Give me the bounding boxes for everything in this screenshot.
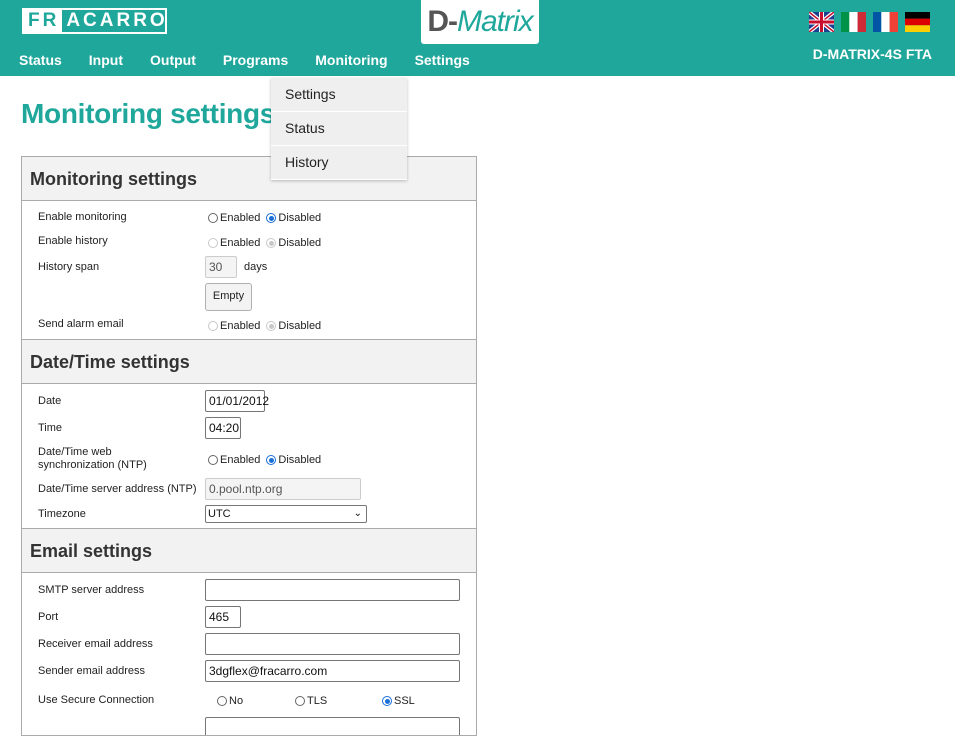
main-nav: Status Input Output Programs Monitoring … bbox=[19, 52, 497, 68]
secure-no-radio[interactable] bbox=[217, 696, 227, 706]
device-model: D-MATRIX-4S FTA bbox=[812, 46, 932, 62]
page-title: Monitoring settings bbox=[21, 98, 276, 129]
enable-monitoring-disabled-radio[interactable] bbox=[266, 213, 277, 223]
menu-item-settings[interactable]: Settings bbox=[271, 78, 407, 112]
france-flag-icon[interactable] bbox=[873, 12, 898, 32]
email-section-heading: Email settings bbox=[22, 528, 476, 573]
secure-tls-radio[interactable] bbox=[295, 696, 305, 706]
enable-monitoring-radio-group: Enabled Disabled bbox=[208, 212, 327, 224]
option-label: No bbox=[229, 695, 244, 707]
secure-ssl-radio[interactable] bbox=[382, 696, 392, 706]
uk-flag-icon[interactable] bbox=[809, 12, 834, 32]
italy-flag-icon[interactable] bbox=[841, 12, 866, 32]
option-label: TLS bbox=[307, 695, 328, 707]
date-input[interactable]: 01/01/2012 bbox=[205, 390, 269, 412]
datetime-section-heading: Date/Time settings bbox=[22, 339, 476, 384]
send-alarm-enabled-radio[interactable] bbox=[208, 321, 218, 331]
enable-history-label: Enable history bbox=[38, 235, 108, 247]
monitoring-dropdown-menu: Settings Status History bbox=[271, 78, 407, 180]
option-label: Disabled bbox=[278, 212, 322, 224]
secure-connection-no: No bbox=[217, 695, 249, 707]
nav-status[interactable]: Status bbox=[19, 52, 62, 68]
option-label: Enabled bbox=[220, 454, 261, 466]
monitoring-section-heading: Monitoring settings bbox=[22, 157, 476, 201]
smtp-server-input[interactable] bbox=[205, 579, 460, 601]
enable-history-disabled-radio[interactable] bbox=[266, 238, 277, 248]
send-alarm-disabled-radio[interactable] bbox=[266, 321, 277, 331]
timezone-label: Timezone bbox=[38, 508, 86, 520]
smtp-server-label: SMTP server address bbox=[38, 584, 145, 596]
settings-panel: Monitoring settings Enable monitoring En… bbox=[21, 156, 477, 736]
ntp-server-input[interactable]: 0.pool.ntp.org bbox=[205, 478, 361, 500]
ntp-sync-radio-group: Enabled Disabled bbox=[208, 454, 327, 466]
brand-matrix: Matrix bbox=[456, 5, 534, 38]
option-label: Enabled bbox=[220, 212, 261, 224]
send-alarm-email-radio-group: Enabled Disabled bbox=[208, 320, 327, 332]
logo-part2: ACARRO bbox=[66, 10, 168, 31]
option-label: Disabled bbox=[278, 454, 322, 466]
dmatrix-brand: D- Matrix bbox=[421, 0, 539, 44]
option-label: SSL bbox=[394, 695, 415, 707]
nav-programs[interactable]: Programs bbox=[223, 52, 288, 68]
menu-item-status[interactable]: Status bbox=[271, 112, 407, 146]
enable-history-radio-group: Enabled Disabled bbox=[208, 237, 327, 249]
port-label: Port bbox=[38, 611, 59, 623]
brand-d: D- bbox=[427, 5, 458, 38]
option-label: Disabled bbox=[278, 320, 322, 332]
date-label: Date bbox=[38, 395, 62, 407]
logo-part1: FR bbox=[24, 10, 63, 32]
language-flags bbox=[809, 12, 937, 32]
nav-monitoring[interactable]: Monitoring bbox=[315, 52, 387, 68]
ntp-disabled-radio[interactable] bbox=[266, 455, 277, 465]
nav-settings[interactable]: Settings bbox=[415, 52, 470, 68]
timezone-select[interactable]: UTC ⌄ bbox=[205, 505, 367, 523]
chevron-down-icon: ⌄ bbox=[353, 508, 362, 519]
option-label: Disabled bbox=[278, 237, 322, 249]
timezone-value: UTC bbox=[208, 508, 231, 520]
time-label: Time bbox=[38, 422, 63, 434]
receiver-email-input[interactable] bbox=[205, 633, 460, 655]
nav-input[interactable]: Input bbox=[89, 52, 123, 68]
time-input[interactable]: 04:20 bbox=[205, 417, 241, 439]
history-span-input[interactable]: 30 bbox=[205, 256, 237, 278]
secure-connection-ssl: SSL bbox=[382, 695, 421, 707]
history-span-label: History span bbox=[38, 261, 100, 273]
menu-item-history[interactable]: History bbox=[271, 146, 407, 180]
ntp-enabled-radio[interactable] bbox=[208, 455, 218, 465]
option-label: Enabled bbox=[220, 237, 261, 249]
sender-email-input[interactable]: 3dgflex@fracarro.com bbox=[205, 660, 460, 682]
top-header: FR ACARRO D- Matrix Status Input Output … bbox=[0, 0, 955, 76]
fracarro-logo[interactable]: FR ACARRO bbox=[22, 8, 167, 34]
sender-email-label: Sender email address bbox=[38, 665, 146, 677]
secure-connection-tls: TLS bbox=[295, 695, 333, 707]
ntp-server-label: Date/Time server address (NTP) bbox=[38, 483, 197, 495]
send-alarm-email-label: Send alarm email bbox=[38, 318, 124, 330]
enable-monitoring-label: Enable monitoring bbox=[38, 211, 127, 223]
port-input[interactable]: 465 bbox=[205, 606, 241, 628]
nav-output[interactable]: Output bbox=[150, 52, 196, 68]
history-span-unit: days bbox=[244, 261, 268, 273]
germany-flag-icon[interactable] bbox=[905, 12, 930, 32]
option-label: Enabled bbox=[220, 320, 261, 332]
enable-monitoring-enabled-radio[interactable] bbox=[208, 213, 218, 223]
receiver-email-label: Receiver email address bbox=[38, 638, 153, 650]
ntp-sync-label: Date/Time web synchronization (NTP) bbox=[38, 446, 147, 471]
secure-connection-label: Use Secure Connection bbox=[38, 694, 155, 706]
enable-history-enabled-radio[interactable] bbox=[208, 238, 218, 248]
empty-history-button[interactable]: Empty bbox=[205, 283, 252, 311]
